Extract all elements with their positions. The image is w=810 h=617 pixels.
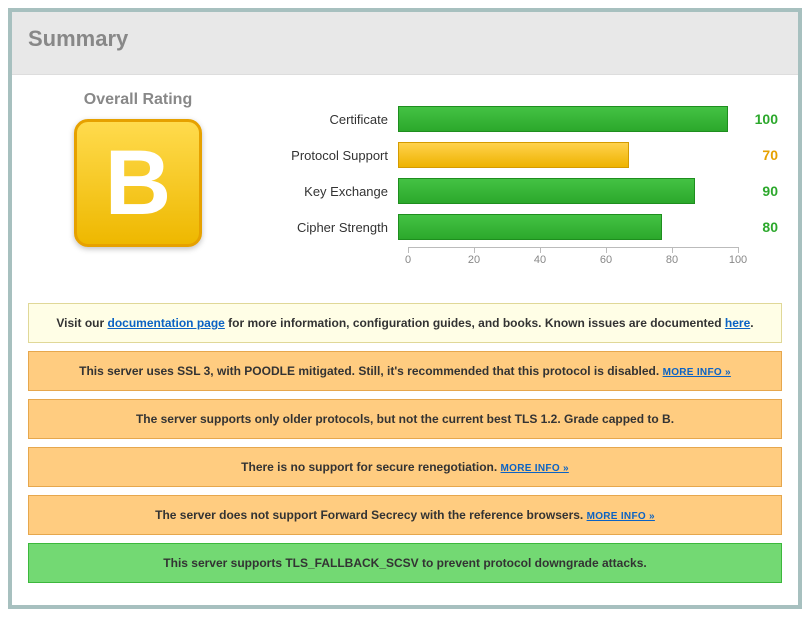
overall-rating-label: Overall Rating bbox=[28, 91, 248, 109]
tick-label: 0 bbox=[405, 254, 411, 266]
summary-header: Summary bbox=[12, 12, 798, 75]
overall-rating-column: Overall Rating B bbox=[28, 89, 248, 247]
tick-label: 40 bbox=[534, 254, 546, 266]
notice-text: The server does not support Forward Secr… bbox=[155, 508, 586, 522]
bar-value: 90 bbox=[728, 183, 778, 199]
summary-panel: Summary Overall Rating B Certificate 100 bbox=[8, 8, 802, 609]
notice-fallback-scsv: This server supports TLS_FALLBACK_SCSV t… bbox=[28, 543, 782, 583]
bar-row-protocol-support: Protocol Support 70 bbox=[268, 137, 782, 173]
notice-text: This server supports TLS_FALLBACK_SCSV t… bbox=[163, 556, 646, 570]
notice-older-protocols: The server supports only older protocols… bbox=[28, 399, 782, 439]
rating-and-chart: Overall Rating B Certificate 100 Protoco… bbox=[28, 85, 782, 279]
bar-track bbox=[398, 178, 728, 204]
grade-badge: B bbox=[74, 119, 202, 247]
notice-text: . bbox=[750, 316, 753, 330]
bar-value: 70 bbox=[728, 147, 778, 163]
known-issues-link[interactable]: here bbox=[725, 316, 750, 330]
bar-fill bbox=[398, 214, 662, 240]
notice-documentation: Visit our documentation page for more in… bbox=[28, 303, 782, 343]
notice-ssl3: This server uses SSL 3, with POODLE miti… bbox=[28, 351, 782, 391]
tick-label: 60 bbox=[600, 254, 612, 266]
bar-row-cipher-strength: Cipher Strength 80 bbox=[268, 209, 782, 245]
more-info-link[interactable]: MORE INFO » bbox=[501, 463, 569, 474]
notice-text: This server uses SSL 3, with POODLE miti… bbox=[79, 364, 662, 378]
notice-text: for more information, configuration guid… bbox=[225, 316, 725, 330]
bar-track bbox=[398, 106, 728, 132]
notice-forward-secrecy: The server does not support Forward Secr… bbox=[28, 495, 782, 535]
bar-value: 100 bbox=[728, 111, 778, 127]
notice-text: The server supports only older protocols… bbox=[136, 412, 674, 426]
bar-track bbox=[398, 214, 728, 240]
bar-label: Key Exchange bbox=[268, 184, 398, 199]
more-info-link[interactable]: MORE INFO » bbox=[663, 367, 731, 378]
bar-label: Protocol Support bbox=[268, 148, 398, 163]
bar-row-key-exchange: Key Exchange 90 bbox=[268, 173, 782, 209]
bar-fill bbox=[398, 178, 695, 204]
summary-title: Summary bbox=[28, 26, 782, 52]
tick-label: 100 bbox=[729, 254, 747, 266]
bar-track bbox=[398, 142, 728, 168]
axis-track: 0 20 40 60 80 100 bbox=[408, 247, 738, 269]
more-info-link[interactable]: MORE INFO » bbox=[587, 511, 655, 522]
bar-value: 80 bbox=[728, 219, 778, 235]
bar-fill bbox=[398, 106, 728, 132]
tick-label: 80 bbox=[666, 254, 678, 266]
score-chart: Certificate 100 Protocol Support 70 Key … bbox=[268, 89, 782, 271]
tick-label: 20 bbox=[468, 254, 480, 266]
documentation-link[interactable]: documentation page bbox=[108, 316, 225, 330]
notice-text: Visit our bbox=[56, 316, 107, 330]
summary-content: Overall Rating B Certificate 100 Protoco… bbox=[12, 75, 798, 605]
bar-label: Certificate bbox=[268, 112, 398, 127]
bar-fill bbox=[398, 142, 629, 168]
notice-text: There is no support for secure renegotia… bbox=[241, 460, 500, 474]
bar-row-certificate: Certificate 100 bbox=[268, 101, 782, 137]
chart-axis: 0 20 40 60 80 100 bbox=[268, 245, 782, 271]
notices: Visit our documentation page for more in… bbox=[28, 303, 782, 583]
grade-letter: B bbox=[105, 131, 171, 236]
bar-label: Cipher Strength bbox=[268, 220, 398, 235]
notice-renegotiation: There is no support for secure renegotia… bbox=[28, 447, 782, 487]
